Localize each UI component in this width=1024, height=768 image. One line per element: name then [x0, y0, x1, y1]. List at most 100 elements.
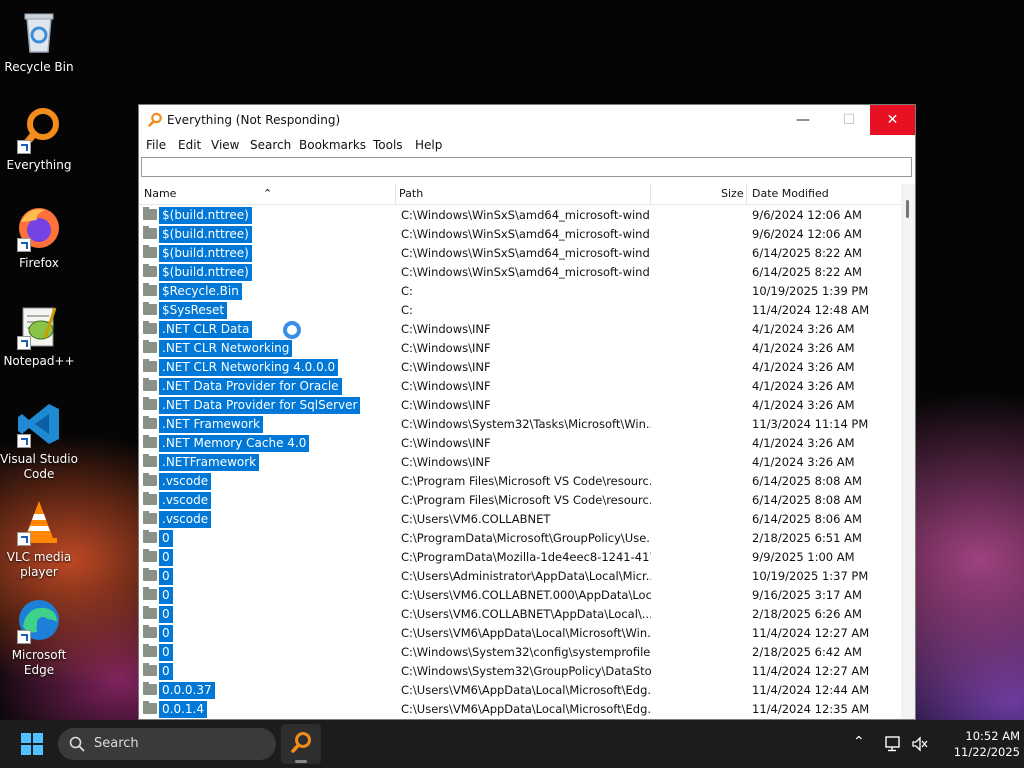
menu-file[interactable]: File: [146, 138, 166, 152]
scrollbar-thumb[interactable]: [906, 200, 909, 218]
table-row[interactable]: .NET Memory Cache 4.0 C:\Windows\INF 4/1/2…: [139, 434, 901, 453]
desktop-icon-vlc[interactable]: VLC media player: [0, 498, 78, 580]
volume-muted-icon[interactable]: [911, 736, 929, 752]
desktop-icon-edge[interactable]: Microsoft Edge: [0, 596, 78, 678]
title-bar[interactable]: Everything (Not Responding) — ☐ ✕: [139, 105, 915, 135]
table-row[interactable]: $Recycle.Bin C: 10/19/2025 1:39 PM: [139, 282, 901, 301]
table-row[interactable]: 0 C:\ProgramData\Mozilla-1de4eec8-1241-41…: [139, 548, 901, 567]
file-path: C:\Windows\WinSxS\amd64_microsoft-wind..…: [401, 227, 651, 241]
table-row[interactable]: .NET CLR Data C:\Windows\INF 4/1/2024 3:26…: [139, 320, 901, 339]
desktop-icon-label: VLC media player: [6, 550, 72, 579]
table-row[interactable]: $SysReset C: 11/4/2024 12:48 AM: [139, 301, 901, 320]
file-date-modified: 4/1/2024 3:26 AM: [752, 455, 855, 469]
column-size[interactable]: Size: [721, 187, 744, 200]
table-row[interactable]: $(build.nttree) C:\Windows\WinSxS\amd64_m…: [139, 225, 901, 244]
shortcut-arrow-icon: [17, 434, 31, 448]
file-path: C:\Windows\INF: [401, 398, 491, 412]
maximize-button[interactable]: ☐: [826, 105, 872, 135]
file-name: 0: [159, 625, 173, 642]
minimize-button[interactable]: —: [780, 105, 826, 135]
start-button[interactable]: [21, 733, 43, 755]
table-row[interactable]: .vscode C:\Program Files\Microsoft VS Cod…: [139, 472, 901, 491]
table-row[interactable]: 0 C:\Windows\System32\config\systemprofil…: [139, 643, 901, 662]
file-path: C:\Windows\System32\GroupPolicy\DataStor…: [401, 664, 651, 678]
file-date-modified: 10/19/2025 1:39 PM: [752, 284, 869, 298]
everything-icon: [291, 732, 311, 753]
table-row[interactable]: 0 C:\Users\VM6\AppData\Local\Microsoft\Wi…: [139, 624, 901, 643]
menu-help[interactable]: Help: [415, 138, 442, 152]
table-row[interactable]: $(build.nttree) C:\Windows\WinSxS\amd64_m…: [139, 244, 901, 263]
menu-edit[interactable]: Edit: [178, 138, 201, 152]
folder-icon: [143, 378, 157, 391]
table-row[interactable]: .NETFramework C:\Windows\INF 4/1/2024 3:26…: [139, 453, 901, 472]
desktop-icon-everything[interactable]: Everything: [0, 106, 78, 173]
active-app-indicator: [295, 760, 307, 763]
table-row[interactable]: 0.0.1.4 C:\Users\VM6\AppData\Local\Micros…: [139, 700, 901, 719]
table-row[interactable]: .NET CLR Networking 4.0.0.0 C:\Windows\IN…: [139, 358, 901, 377]
table-row[interactable]: 0.0.0.37 C:\Users\VM6\AppData\Local\Micro…: [139, 681, 901, 700]
table-row[interactable]: 0 C:\Users\Administrator\AppData\Local\Mi…: [139, 567, 901, 586]
table-row[interactable]: 0 C:\ProgramData\Microsoft\GroupPolicy\Us…: [139, 529, 901, 548]
table-row[interactable]: .NET Data Provider for SqlServer C:\Windo…: [139, 396, 901, 415]
table-row[interactable]: $(build.nttree) C:\Windows\WinSxS\amd64_m…: [139, 263, 901, 282]
file-name: .NET Framework: [159, 416, 263, 433]
chevron-up-icon[interactable]: ⌃: [853, 734, 865, 750]
file-name: $Recycle.Bin: [159, 283, 242, 300]
close-button[interactable]: ✕: [870, 105, 915, 135]
taskbar-app-everything[interactable]: [281, 724, 321, 764]
table-row[interactable]: $(build.nttree) C:\Windows\WinSxS\amd64_m…: [139, 206, 901, 225]
menu-search[interactable]: Search: [250, 138, 291, 152]
folder-icon: [143, 283, 157, 296]
table-row[interactable]: .NET CLR Networking C:\Windows\INF 4/1/202…: [139, 339, 901, 358]
file-name: 0: [159, 549, 173, 566]
file-date-modified: 10/19/2025 1:37 PM: [752, 569, 869, 583]
menu-view[interactable]: View: [211, 138, 239, 152]
file-path: C:\Users\VM6.COLLABNET\AppData\Local\...: [401, 607, 651, 621]
column-date-modified[interactable]: Date Modified: [752, 187, 829, 200]
menu-tools[interactable]: Tools: [373, 138, 403, 152]
results-list[interactable]: $(build.nttree) C:\Windows\WinSxS\amd64_m…: [139, 206, 901, 719]
file-date-modified: 4/1/2024 3:26 AM: [752, 379, 855, 393]
table-row[interactable]: 0 C:\Users\VM6.COLLABNET\AppData\Local\..…: [139, 605, 901, 624]
file-name: 0: [159, 644, 173, 661]
file-date-modified: 11/4/2024 12:44 AM: [752, 683, 870, 697]
table-row[interactable]: 0 C:\Windows\System32\GroupPolicy\DataSto…: [139, 662, 901, 681]
column-name[interactable]: Name: [144, 187, 176, 200]
file-path: C:\Users\VM6.COLLABNET: [401, 512, 551, 526]
desktop-icon-vscode[interactable]: Visual Studio Code: [0, 400, 78, 482]
file-path: C:: [401, 284, 413, 298]
search-input[interactable]: [141, 157, 912, 177]
file-path: C:\Users\VM6\AppData\Local\Microsoft\Win…: [401, 626, 651, 640]
everything-app-icon: [147, 112, 163, 131]
sort-ascending-icon: ⌃: [263, 187, 273, 200]
system-clock[interactable]: 10:52 AM 11/22/2025: [930, 728, 1020, 760]
table-row[interactable]: 0 C:\Users\VM6.COLLABNET.000\AppData\Loc.…: [139, 586, 901, 605]
folder-icon: [143, 682, 157, 695]
folder-icon: [143, 568, 157, 581]
recycle-bin-icon: [15, 8, 63, 56]
vertical-scrollbar[interactable]: [901, 184, 915, 719]
file-path: C:\Windows\WinSxS\amd64_microsoft-wind..…: [401, 246, 651, 260]
desktop-icon-label: Firefox: [19, 256, 59, 270]
column-path[interactable]: Path: [399, 187, 423, 200]
everything-icon: [15, 106, 63, 154]
table-row[interactable]: .NET Framework C:\Windows\System32\Tasks\…: [139, 415, 901, 434]
busy-cursor-icon: [283, 321, 301, 339]
file-path: C:\Windows\System32\config\systemprofile…: [401, 645, 651, 659]
clock-time: 10:52 AM: [965, 729, 1020, 743]
table-row[interactable]: .vscode C:\Users\VM6.COLLABNET 6/14/2025 8…: [139, 510, 901, 529]
taskbar-search-box[interactable]: Search: [58, 728, 276, 760]
desktop-icon-recycle-bin[interactable]: Recycle Bin: [0, 8, 78, 75]
everything-window[interactable]: Everything (Not Responding) — ☐ ✕ File E…: [138, 104, 916, 720]
menu-bookmarks[interactable]: Bookmarks: [299, 138, 366, 152]
desktop-icon-firefox[interactable]: Firefox: [0, 204, 78, 271]
folder-icon: [143, 644, 157, 657]
clock-date: 11/22/2025: [953, 745, 1020, 759]
table-row[interactable]: .NET Data Provider for Oracle C:\Windows\…: [139, 377, 901, 396]
table-row[interactable]: .vscode C:\Program Files\Microsoft VS Cod…: [139, 491, 901, 510]
file-path: C:\Users\VM6.COLLABNET.000\AppData\Loc..…: [401, 588, 651, 602]
desktop-icon-notepadpp[interactable]: Notepad++: [0, 302, 78, 369]
network-icon[interactable]: [884, 735, 902, 753]
folder-icon: [143, 359, 157, 372]
folder-icon: [143, 340, 157, 353]
